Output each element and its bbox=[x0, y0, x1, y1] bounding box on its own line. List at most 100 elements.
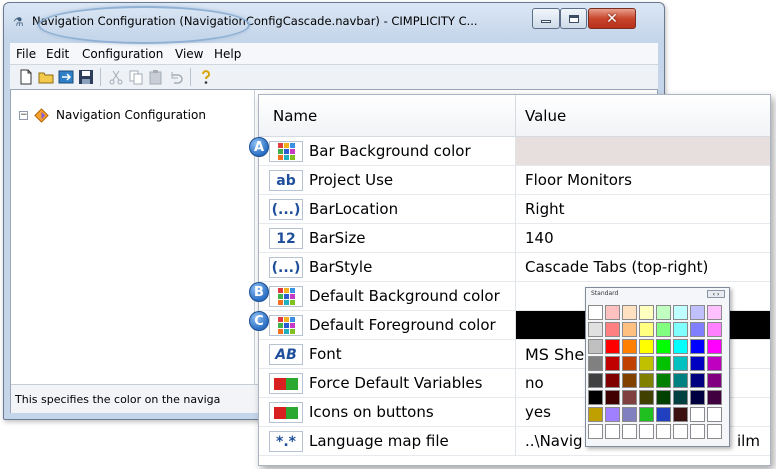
menu-help[interactable]: Help bbox=[214, 47, 241, 61]
palette-color-cell[interactable] bbox=[656, 407, 671, 422]
cut-icon[interactable] bbox=[108, 69, 124, 85]
palette-color-cell[interactable] bbox=[673, 373, 688, 388]
palette-color-cell[interactable] bbox=[639, 339, 654, 354]
property-row-barstyle[interactable]: (...) BarStyle Cascade Tabs (top-right) bbox=[259, 253, 770, 282]
palette-color-cell[interactable] bbox=[707, 356, 722, 371]
menu-view[interactable]: View bbox=[175, 47, 203, 61]
tree-item-navigation-configuration[interactable]: Navigation Configuration bbox=[56, 108, 206, 122]
palette-color-cell[interactable] bbox=[707, 390, 722, 405]
property-value[interactable]: Floor Monitors bbox=[525, 171, 632, 189]
palette-color-cell[interactable] bbox=[605, 424, 620, 439]
palette-color-cell[interactable] bbox=[690, 305, 705, 320]
palette-color-cell[interactable] bbox=[588, 390, 603, 405]
column-divider[interactable] bbox=[515, 95, 516, 137]
palette-color-cell[interactable] bbox=[673, 356, 688, 371]
property-row-project-use[interactable]: ab Project Use Floor Monitors bbox=[259, 166, 770, 195]
tree-collapse-toggle[interactable]: − bbox=[19, 111, 28, 120]
palette-color-cell[interactable] bbox=[690, 339, 705, 354]
palette-color-cell[interactable] bbox=[673, 305, 688, 320]
palette-color-cell[interactable] bbox=[690, 322, 705, 337]
save-icon[interactable] bbox=[78, 69, 94, 85]
palette-color-cell[interactable] bbox=[673, 339, 688, 354]
undo-icon[interactable] bbox=[168, 69, 184, 85]
copy-icon[interactable] bbox=[128, 69, 144, 85]
palette-color-cell[interactable] bbox=[639, 373, 654, 388]
palette-color-cell[interactable] bbox=[622, 322, 637, 337]
palette-color-cell[interactable] bbox=[605, 356, 620, 371]
palette-color-cell[interactable] bbox=[639, 356, 654, 371]
menu-file[interactable]: File bbox=[16, 47, 36, 61]
palette-color-cell[interactable] bbox=[622, 356, 637, 371]
palette-color-cell[interactable] bbox=[639, 407, 654, 422]
palette-color-cell[interactable] bbox=[622, 339, 637, 354]
palette-color-cell[interactable] bbox=[707, 305, 722, 320]
palette-color-cell[interactable] bbox=[673, 407, 688, 422]
palette-color-cell[interactable] bbox=[639, 322, 654, 337]
palette-color-cell[interactable] bbox=[622, 424, 637, 439]
property-value[interactable]: yes bbox=[525, 403, 551, 421]
palette-color-cell[interactable] bbox=[690, 390, 705, 405]
palette-color-cell[interactable] bbox=[690, 356, 705, 371]
palette-color-cell[interactable] bbox=[656, 305, 671, 320]
paste-icon[interactable] bbox=[148, 69, 164, 85]
palette-color-cell[interactable] bbox=[656, 322, 671, 337]
palette-color-cell[interactable] bbox=[605, 339, 620, 354]
palette-color-cell[interactable] bbox=[656, 424, 671, 439]
palette-color-cell[interactable] bbox=[605, 407, 620, 422]
palette-color-cell[interactable] bbox=[707, 424, 722, 439]
palette-color-cell[interactable] bbox=[656, 373, 671, 388]
palette-color-cell[interactable] bbox=[622, 390, 637, 405]
palette-color-cell[interactable] bbox=[605, 305, 620, 320]
palette-color-cell[interactable] bbox=[588, 322, 603, 337]
picker-page-arrows[interactable]: ‹ › bbox=[707, 290, 725, 298]
palette-color-cell[interactable] bbox=[622, 407, 637, 422]
palette-color-cell[interactable] bbox=[690, 407, 705, 422]
palette-color-cell[interactable] bbox=[656, 390, 671, 405]
property-row-bar-background-color[interactable]: Bar Background color bbox=[259, 137, 770, 166]
menu-edit[interactable]: Edit bbox=[46, 47, 69, 61]
palette-color-cell[interactable] bbox=[639, 305, 654, 320]
column-header-name[interactable]: Name bbox=[273, 107, 317, 125]
minimize-button[interactable] bbox=[532, 8, 560, 29]
palette-color-cell[interactable] bbox=[588, 356, 603, 371]
color-value-swatch[interactable] bbox=[516, 137, 770, 165]
palette-color-cell[interactable] bbox=[707, 339, 722, 354]
palette-color-cell[interactable] bbox=[673, 424, 688, 439]
palette-color-cell[interactable] bbox=[588, 373, 603, 388]
palette-color-cell[interactable] bbox=[588, 424, 603, 439]
palette-color-cell[interactable] bbox=[639, 424, 654, 439]
palette-color-cell[interactable] bbox=[588, 339, 603, 354]
palette-color-cell[interactable] bbox=[690, 373, 705, 388]
palette-color-cell[interactable] bbox=[707, 322, 722, 337]
new-file-icon[interactable] bbox=[18, 69, 34, 85]
property-value[interactable]: MS She bbox=[525, 345, 584, 364]
property-value[interactable]: no bbox=[525, 374, 544, 392]
open-folder-icon[interactable] bbox=[38, 69, 54, 85]
color-picker-popup[interactable]: Standard ‹ › bbox=[585, 287, 730, 447]
property-value[interactable]: 140 bbox=[525, 229, 554, 247]
property-value[interactable]: Cascade Tabs (top-right) bbox=[525, 258, 708, 276]
property-value[interactable]: Right bbox=[525, 200, 565, 218]
palette-color-cell[interactable] bbox=[588, 407, 603, 422]
property-row-barlocation[interactable]: (...) BarLocation Right bbox=[259, 195, 770, 224]
property-row-barsize[interactable]: 12 BarSize 140 bbox=[259, 224, 770, 253]
palette-color-cell[interactable] bbox=[622, 305, 637, 320]
palette-color-cell[interactable] bbox=[605, 390, 620, 405]
palette-color-cell[interactable] bbox=[639, 390, 654, 405]
palette-color-cell[interactable] bbox=[673, 390, 688, 405]
menu-configuration[interactable]: Configuration bbox=[82, 47, 163, 61]
palette-color-cell[interactable] bbox=[588, 305, 603, 320]
close-button[interactable]: ✕ bbox=[588, 8, 636, 29]
maximize-button[interactable] bbox=[560, 8, 587, 29]
palette-color-cell[interactable] bbox=[622, 373, 637, 388]
column-header-value[interactable]: Value bbox=[525, 107, 566, 125]
palette-color-cell[interactable] bbox=[673, 322, 688, 337]
palette-color-cell[interactable] bbox=[656, 339, 671, 354]
palette-color-cell[interactable] bbox=[605, 322, 620, 337]
palette-color-cell[interactable] bbox=[605, 373, 620, 388]
property-value[interactable]: ..\Navig bbox=[525, 432, 583, 450]
palette-color-cell[interactable] bbox=[707, 373, 722, 388]
help-icon[interactable] bbox=[198, 69, 214, 85]
palette-color-cell[interactable] bbox=[656, 356, 671, 371]
import-icon[interactable] bbox=[58, 69, 74, 85]
